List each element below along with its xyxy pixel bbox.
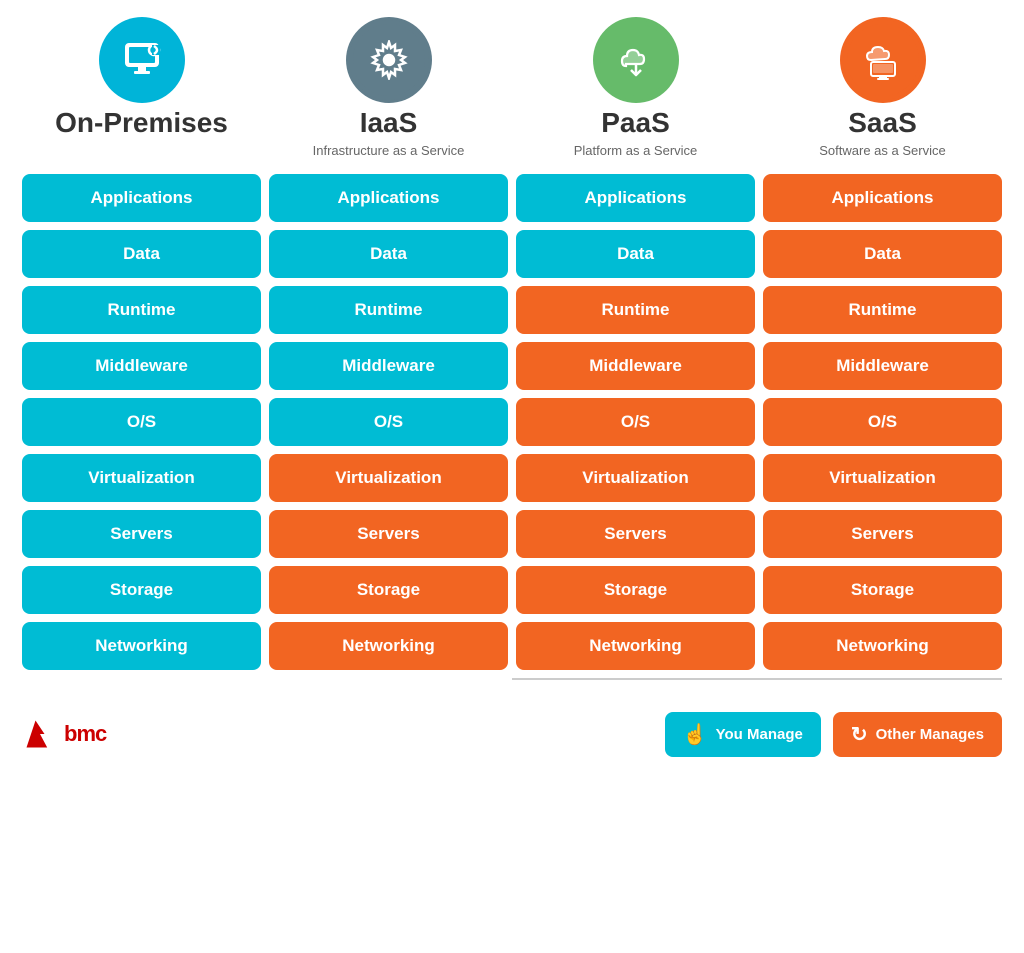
other-manages-legend: ↻ Other Manages: [833, 712, 1002, 757]
on-premises-title: On-Premises: [55, 108, 228, 139]
grid-cell-0-3: Applications: [763, 174, 1002, 222]
divider-line: [512, 678, 1002, 680]
grid-cell-3-0: Middleware: [22, 342, 261, 390]
header-paas: PaaS Platform as a Service: [516, 20, 755, 158]
monitor-icon: [122, 40, 162, 80]
saas-subtitle: Software as a Service: [819, 143, 945, 158]
grid-cell-1-2: Data: [516, 230, 755, 278]
grid-cell-6-0: Servers: [22, 510, 261, 558]
bmc-logo-icon: [22, 716, 58, 752]
grid-cell-5-1: Virtualization: [269, 454, 508, 502]
main-container: On-Premises IaaS Infrastructure as a Ser…: [22, 20, 1002, 757]
iaas-title: IaaS: [360, 108, 418, 139]
bmc-text: bmc: [64, 721, 106, 747]
gear-icon: [369, 40, 409, 80]
iaas-icon-circle: [349, 20, 429, 100]
grid-cell-6-2: Servers: [516, 510, 755, 558]
legend: ☝ You Manage ↻ Other Manages: [665, 712, 1002, 757]
grid-cell-7-0: Storage: [22, 566, 261, 614]
grid-cell-2-0: Runtime: [22, 286, 261, 334]
divider-area: [22, 678, 1002, 680]
grid-cell-5-3: Virtualization: [763, 454, 1002, 502]
other-manages-label: Other Manages: [876, 726, 984, 743]
grid-cell-3-2: Middleware: [516, 342, 755, 390]
grid-cell-4-3: O/S: [763, 398, 1002, 446]
hand-icon: ☝: [683, 722, 708, 747]
comparison-grid: ApplicationsApplicationsApplicationsAppl…: [22, 174, 1002, 670]
header-saas: SaaS Software as a Service: [763, 20, 1002, 158]
saas-title: SaaS: [848, 108, 917, 139]
cloud-download-icon: [616, 40, 656, 80]
header-on-premises: On-Premises: [22, 20, 261, 158]
grid-cell-8-2: Networking: [516, 622, 755, 670]
paas-title: PaaS: [601, 108, 670, 139]
bmc-logo: bmc: [22, 716, 106, 752]
grid-cell-7-1: Storage: [269, 566, 508, 614]
grid-cell-2-1: Runtime: [269, 286, 508, 334]
grid-cell-0-1: Applications: [269, 174, 508, 222]
you-manage-legend: ☝ You Manage: [665, 712, 821, 757]
grid-cell-8-0: Networking: [22, 622, 261, 670]
paas-icon-circle: [596, 20, 676, 100]
header-row: On-Premises IaaS Infrastructure as a Ser…: [22, 20, 1002, 158]
grid-cell-6-1: Servers: [269, 510, 508, 558]
grid-cell-8-3: Networking: [763, 622, 1002, 670]
you-manage-label: You Manage: [716, 726, 803, 743]
grid-cell-1-0: Data: [22, 230, 261, 278]
grid-cell-7-2: Storage: [516, 566, 755, 614]
cycle-icon: ↻: [851, 722, 868, 747]
on-premises-icon-circle: [102, 20, 182, 100]
grid-cell-2-2: Runtime: [516, 286, 755, 334]
grid-cell-8-1: Networking: [269, 622, 508, 670]
grid-cell-4-2: O/S: [516, 398, 755, 446]
grid-cell-5-2: Virtualization: [516, 454, 755, 502]
cloud-monitor-icon: [863, 40, 903, 80]
grid-cell-1-3: Data: [763, 230, 1002, 278]
paas-subtitle: Platform as a Service: [574, 143, 698, 158]
grid-cell-6-3: Servers: [763, 510, 1002, 558]
grid-cell-4-1: O/S: [269, 398, 508, 446]
footer: bmc ☝ You Manage ↻ Other Manages: [22, 704, 1002, 757]
grid-cell-3-1: Middleware: [269, 342, 508, 390]
grid-cell-4-0: O/S: [22, 398, 261, 446]
grid-cell-1-1: Data: [269, 230, 508, 278]
grid-cell-5-0: Virtualization: [22, 454, 261, 502]
grid-cell-0-2: Applications: [516, 174, 755, 222]
grid-cell-0-0: Applications: [22, 174, 261, 222]
grid-cell-7-3: Storage: [763, 566, 1002, 614]
header-iaas: IaaS Infrastructure as a Service: [269, 20, 508, 158]
grid-cell-2-3: Runtime: [763, 286, 1002, 334]
grid-cell-3-3: Middleware: [763, 342, 1002, 390]
saas-icon-circle: [843, 20, 923, 100]
iaas-subtitle: Infrastructure as a Service: [313, 143, 465, 158]
